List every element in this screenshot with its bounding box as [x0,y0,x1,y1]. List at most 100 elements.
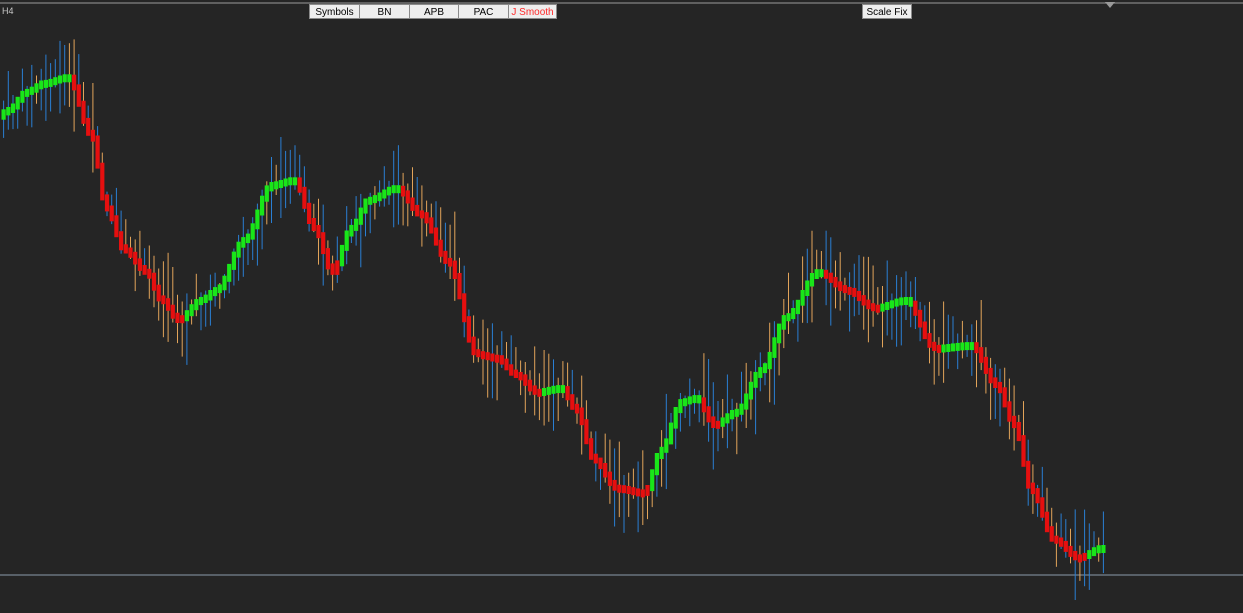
smooth-segment [476,349,481,358]
smooth-segment [922,321,927,340]
smooth-segment [20,90,25,103]
smooth-segment [128,247,133,258]
smooth-segment [330,263,335,275]
smooth-segment [6,107,11,116]
smooth-segment [542,388,547,396]
smooth-segment [142,265,147,275]
smooth-segment [1016,422,1021,442]
smooth-segment [805,280,810,296]
smooth-segment [767,351,772,370]
smooth-segment [988,367,993,384]
smooth-segment [377,192,382,202]
smooth-segment [626,486,631,494]
scale-fix-button[interactable]: Scale Fix [862,4,912,19]
smooth-segment [574,403,580,414]
smooth-segment [678,399,683,414]
smooth-segment [960,342,965,351]
smooth-segment [786,313,791,322]
smooth-segment [593,453,598,464]
smooth-segment [405,190,410,204]
smooth-segment [683,398,688,407]
smooth-segment [579,407,584,426]
smooth-segment [570,394,575,410]
price-chart[interactable] [0,0,1243,613]
smooth-segment [231,251,236,270]
smooth-segment [509,364,514,376]
smooth-segment [598,457,603,470]
smooth-segment [772,337,777,358]
smooth-segment [701,397,706,413]
bn-button[interactable]: BN [359,4,410,19]
smooth-segment [687,396,692,405]
smooth-segment [90,129,95,142]
smooth-segment [480,351,486,360]
smooth-segment [753,371,758,388]
pac-button[interactable]: PAC [458,4,509,19]
smooth-segment [1082,552,1087,561]
smooth-segment [10,103,16,113]
smooth-segment [466,316,471,343]
smooth-segment [997,381,1003,394]
smooth-segment [664,438,669,453]
chart-shift-arrow-icon[interactable] [1105,2,1115,8]
smooth-segment [1068,545,1073,557]
smooth-segment [311,218,316,231]
indicator-toolbar: Symbols BN APB PAC J Smooth [309,4,557,19]
smooth-segment [198,297,204,306]
smooth-segment [969,342,974,351]
smooth-segment [1030,482,1035,495]
smooth-segment [429,217,434,234]
smooth-segment [819,269,824,278]
smooth-segment [339,244,345,267]
smooth-segment [95,135,100,169]
smooth-segment [109,205,114,222]
smooth-segment [659,446,664,459]
smooth-segment [189,304,194,317]
smooth-segment [147,268,152,279]
smooth-segment [213,287,218,297]
smooth-segment [640,489,645,498]
smooth-segment [1101,545,1106,553]
smooth-segment [950,343,956,352]
smooth-segment [34,83,39,93]
timeframe-label: H4 [2,6,14,16]
smooth-segment [762,363,768,374]
smooth-segment [269,182,274,192]
smooth-segment [725,413,730,424]
smooth-segment [382,189,387,199]
smooth-segment [589,438,594,460]
symbols-button[interactable]: Symbols [309,4,360,19]
smooth-segment [203,294,208,303]
smooth-segment [86,117,91,136]
smooth-segment [889,300,894,309]
smooth-segment [208,290,213,301]
smooth-segment [410,197,415,211]
smooth-segment [53,77,58,86]
smooth-segment [551,385,556,394]
smooth-segment [631,487,636,496]
smooth-segment [885,302,890,310]
smooth-segment [123,244,128,254]
smooth-segment [325,248,330,270]
smooth-segment [847,286,852,295]
smooth-segment [57,75,63,84]
smooth-segment [894,298,899,307]
j-smooth-button[interactable]: J Smooth [508,4,557,19]
smooth-segment [706,406,711,423]
smooth-segment [358,207,363,225]
smooth-segment [739,403,744,415]
smooth-segment [29,86,34,95]
smooth-segment [490,353,495,362]
smooth-segment [744,393,749,410]
smooth-segment [81,100,86,124]
smooth-segment [368,196,373,205]
smooth-segment [927,333,932,348]
smooth-segment [471,336,476,356]
smooth-segment [48,78,53,87]
smooth-segment [936,344,941,353]
smooth-segment [1012,415,1017,429]
smooth-segment [809,273,815,287]
smooth-segment [974,342,979,354]
apb-button[interactable]: APB [409,4,459,19]
smooth-segment [297,177,302,193]
